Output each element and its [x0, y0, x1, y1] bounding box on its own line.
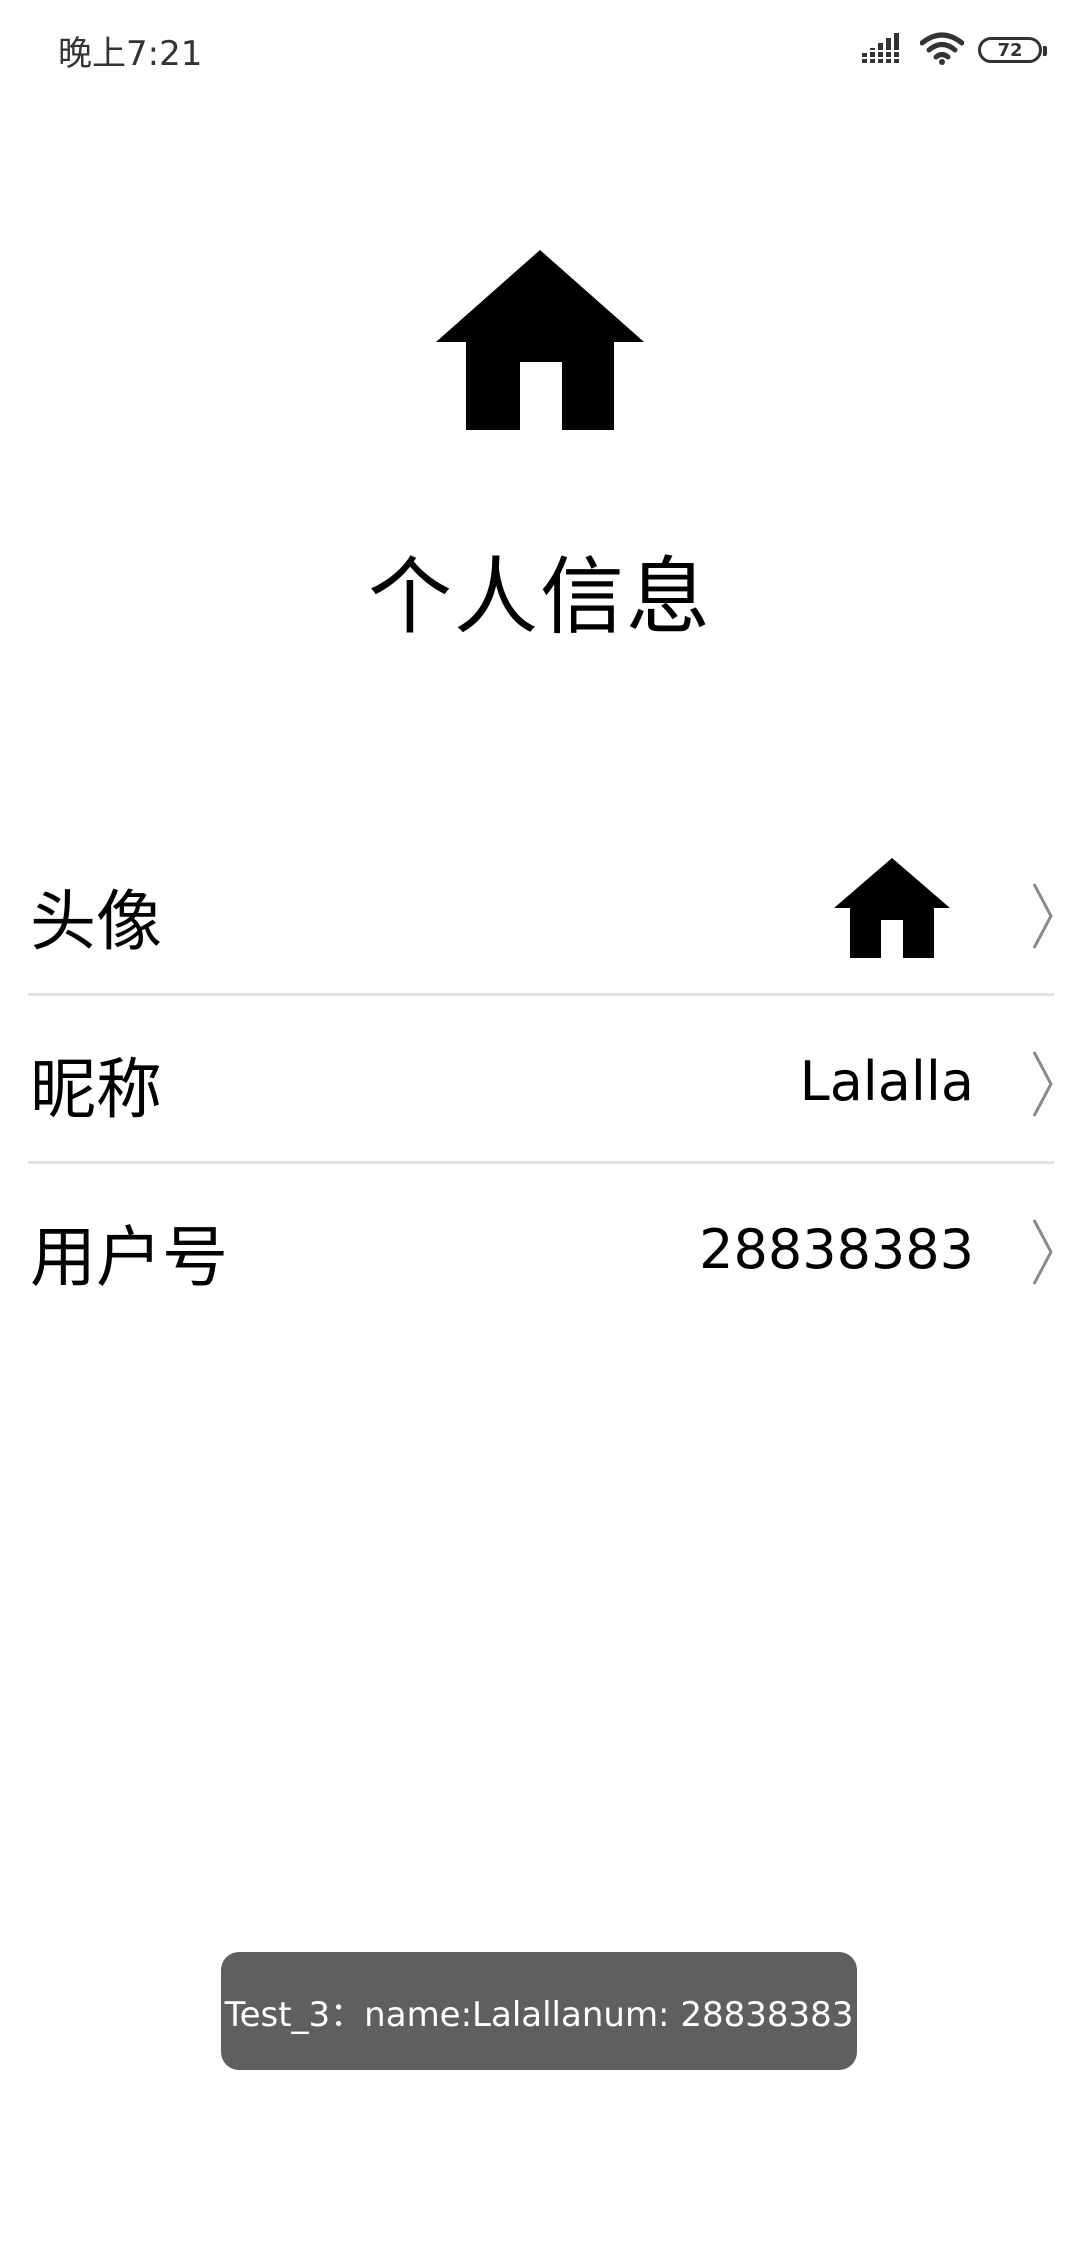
nickname-value: Lalalla: [799, 1050, 974, 1113]
profile-list: 头像 昵称 Lalalla 用户号 28838383: [28, 828, 1054, 1332]
status-bar: 晚上7:21 72: [0, 0, 1080, 100]
status-time: 晚上7:21: [58, 34, 203, 74]
user-id-row[interactable]: 用户号 28838383: [28, 1164, 1054, 1332]
chevron-right-icon: [1032, 1218, 1054, 1286]
toast-message: Test_3：name:Lalallanum: 28838383: [221, 1952, 857, 2070]
home-icon: [436, 250, 644, 430]
wifi-icon: [919, 31, 965, 69]
home-icon: [834, 858, 950, 958]
nickname-label: 昵称: [30, 1051, 162, 1128]
chevron-right-icon: [1032, 1050, 1054, 1118]
avatar-label: 头像: [30, 883, 162, 960]
status-icons: 72: [862, 30, 1047, 70]
nickname-row[interactable]: 昵称 Lalalla: [28, 996, 1054, 1164]
page-title: 个人信息: [367, 548, 712, 646]
user-id-label: 用户号: [30, 1219, 228, 1296]
user-id-value: 28838383: [699, 1218, 974, 1281]
chevron-right-icon: [1032, 882, 1054, 950]
battery-icon: 72: [978, 37, 1047, 63]
avatar-row[interactable]: 头像: [28, 828, 1054, 996]
signal-icon: [862, 33, 906, 67]
